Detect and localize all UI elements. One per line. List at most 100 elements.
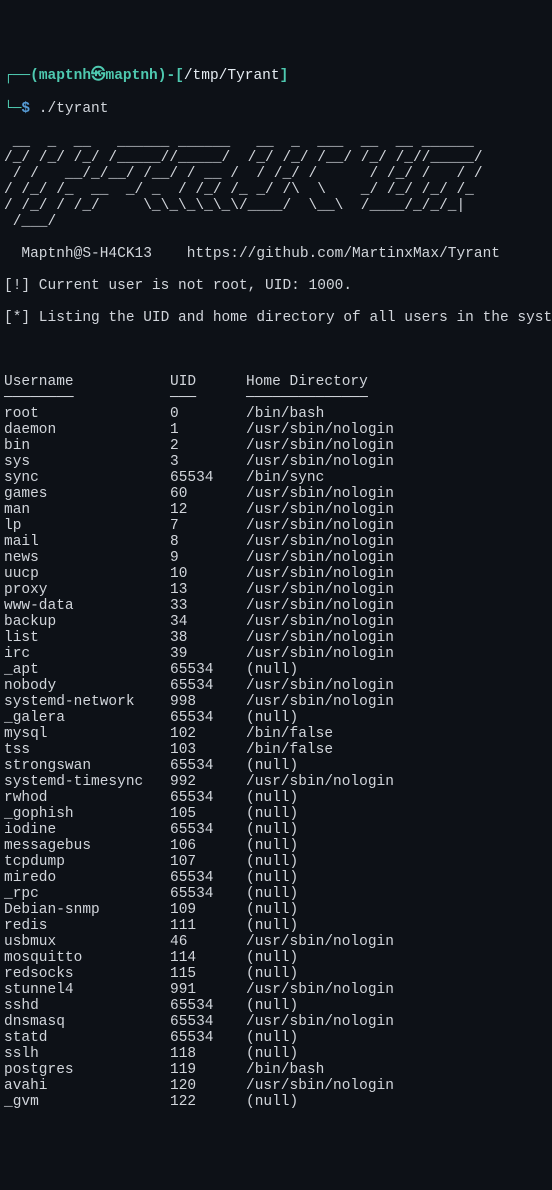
- cell-home: /bin/false: [246, 726, 394, 742]
- cell-username: nobody: [4, 678, 170, 694]
- table-row: messagebus106(null): [4, 838, 394, 854]
- cell-username: sshd: [4, 998, 170, 1014]
- prompt-at: ㉿: [91, 68, 106, 84]
- cell-username: systemd-network: [4, 694, 170, 710]
- table-row: strongswan65534(null): [4, 758, 394, 774]
- table-row: _galera65534(null): [4, 710, 394, 726]
- cell-username: tss: [4, 742, 170, 758]
- cell-username: list: [4, 630, 170, 646]
- cell-username: messagebus: [4, 838, 170, 854]
- cell-username: man: [4, 502, 170, 518]
- warn-listing: [*] Listing the UID and home directory o…: [4, 310, 548, 326]
- cell-username: lp: [4, 518, 170, 534]
- warn-not-root: [!] Current user is not root, UID: 1000.: [4, 278, 548, 294]
- cell-username: _rpc: [4, 886, 170, 902]
- cell-uid: 102: [170, 726, 246, 742]
- prompt-line-2[interactable]: └─$ ./tyrant: [4, 101, 548, 118]
- table-row: mysql102/bin/false: [4, 726, 394, 742]
- table-row: irc39/usr/sbin/nologin: [4, 646, 394, 662]
- table-row: daemon1/usr/sbin/nologin: [4, 422, 394, 438]
- cell-uid: 115: [170, 966, 246, 982]
- prompt-user: maptnh: [39, 68, 91, 84]
- cell-home: /usr/sbin/nologin: [246, 486, 394, 502]
- table-row: redsocks115(null): [4, 966, 394, 982]
- cell-uid: 998: [170, 694, 246, 710]
- cell-username: Debian-snmp: [4, 902, 170, 918]
- cell-username: mosquitto: [4, 950, 170, 966]
- cell-home: /usr/sbin/nologin: [246, 774, 394, 790]
- table-row: tcpdump107(null): [4, 854, 394, 870]
- cell-home: (null): [246, 998, 394, 1014]
- cell-uid: 38: [170, 630, 246, 646]
- cell-uid: 65534: [170, 790, 246, 806]
- cell-uid: 46: [170, 934, 246, 950]
- table-row: backup34/usr/sbin/nologin: [4, 614, 394, 630]
- cell-username: stunnel4: [4, 982, 170, 998]
- table-row: sync65534/bin/sync: [4, 470, 394, 486]
- cell-home: (null): [246, 790, 394, 806]
- cell-home: (null): [246, 902, 394, 918]
- cell-username: statd: [4, 1030, 170, 1046]
- cell-home: /usr/sbin/nologin: [246, 1014, 394, 1030]
- prompt-line2-decor: └─: [4, 101, 21, 117]
- cell-home: (null): [246, 854, 394, 870]
- cell-uid: 992: [170, 774, 246, 790]
- table-header-row: UsernameUIDHome Directory: [4, 374, 394, 390]
- cell-username: games: [4, 486, 170, 502]
- cell-home: /usr/sbin/nologin: [246, 454, 394, 470]
- table-row: bin2/usr/sbin/nologin: [4, 438, 394, 454]
- table-row: rwhod65534(null): [4, 790, 394, 806]
- cell-home: /usr/sbin/nologin: [246, 1078, 394, 1094]
- users-table: UsernameUIDHome Directory ──────────────…: [4, 374, 394, 1110]
- prompt-decor: ┌──(: [4, 68, 39, 84]
- table-row: dnsmasq65534/usr/sbin/nologin: [4, 1014, 394, 1030]
- table-row: uucp10/usr/sbin/nologin: [4, 566, 394, 582]
- cell-home: /usr/sbin/nologin: [246, 566, 394, 582]
- cell-username: miredo: [4, 870, 170, 886]
- cell-home: /usr/sbin/nologin: [246, 534, 394, 550]
- table-row: statd65534(null): [4, 1030, 394, 1046]
- table-row: sys3/usr/sbin/nologin: [4, 454, 394, 470]
- cell-username: iodine: [4, 822, 170, 838]
- cell-username: mysql: [4, 726, 170, 742]
- table-row: games60/usr/sbin/nologin: [4, 486, 394, 502]
- cell-uid: 65534: [170, 1030, 246, 1046]
- cell-username: bin: [4, 438, 170, 454]
- table-row: proxy13/usr/sbin/nologin: [4, 582, 394, 598]
- cell-uid: 65534: [170, 886, 246, 902]
- cell-home: /usr/sbin/nologin: [246, 422, 394, 438]
- table-row: tss103/bin/false: [4, 742, 394, 758]
- cell-username: mail: [4, 534, 170, 550]
- table-row: postgres119/bin/bash: [4, 1062, 394, 1078]
- cell-username: usbmux: [4, 934, 170, 950]
- cell-uid: 103: [170, 742, 246, 758]
- cell-uid: 65534: [170, 870, 246, 886]
- table-row: sslh118(null): [4, 1046, 394, 1062]
- cell-home: /usr/sbin/nologin: [246, 518, 394, 534]
- prompt-host: maptnh: [106, 68, 158, 84]
- hdr-uid: UID: [170, 374, 246, 390]
- cell-home: (null): [246, 918, 394, 934]
- cell-home: (null): [246, 870, 394, 886]
- cell-home: /usr/sbin/nologin: [246, 550, 394, 566]
- cell-username: sys: [4, 454, 170, 470]
- cell-uid: 65534: [170, 1014, 246, 1030]
- ascii-banner: __ _ __ ______ ______ __ _ ___ __ __ ___…: [4, 134, 548, 230]
- cell-uid: 3: [170, 454, 246, 470]
- hdr-home: Home Directory: [246, 374, 394, 390]
- cell-home: (null): [246, 822, 394, 838]
- cell-username: avahi: [4, 1078, 170, 1094]
- prompt-cwd: /tmp/Tyrant: [184, 68, 280, 84]
- cell-username: daemon: [4, 422, 170, 438]
- cell-home: (null): [246, 710, 394, 726]
- cell-home: /usr/sbin/nologin: [246, 598, 394, 614]
- cell-home: /usr/sbin/nologin: [246, 630, 394, 646]
- cell-uid: 2: [170, 438, 246, 454]
- cell-username: redsocks: [4, 966, 170, 982]
- cell-username: _gophish: [4, 806, 170, 822]
- cell-home: /usr/sbin/nologin: [246, 678, 394, 694]
- cell-username: sslh: [4, 1046, 170, 1062]
- cell-username: backup: [4, 614, 170, 630]
- cell-uid: 107: [170, 854, 246, 870]
- cell-uid: 1: [170, 422, 246, 438]
